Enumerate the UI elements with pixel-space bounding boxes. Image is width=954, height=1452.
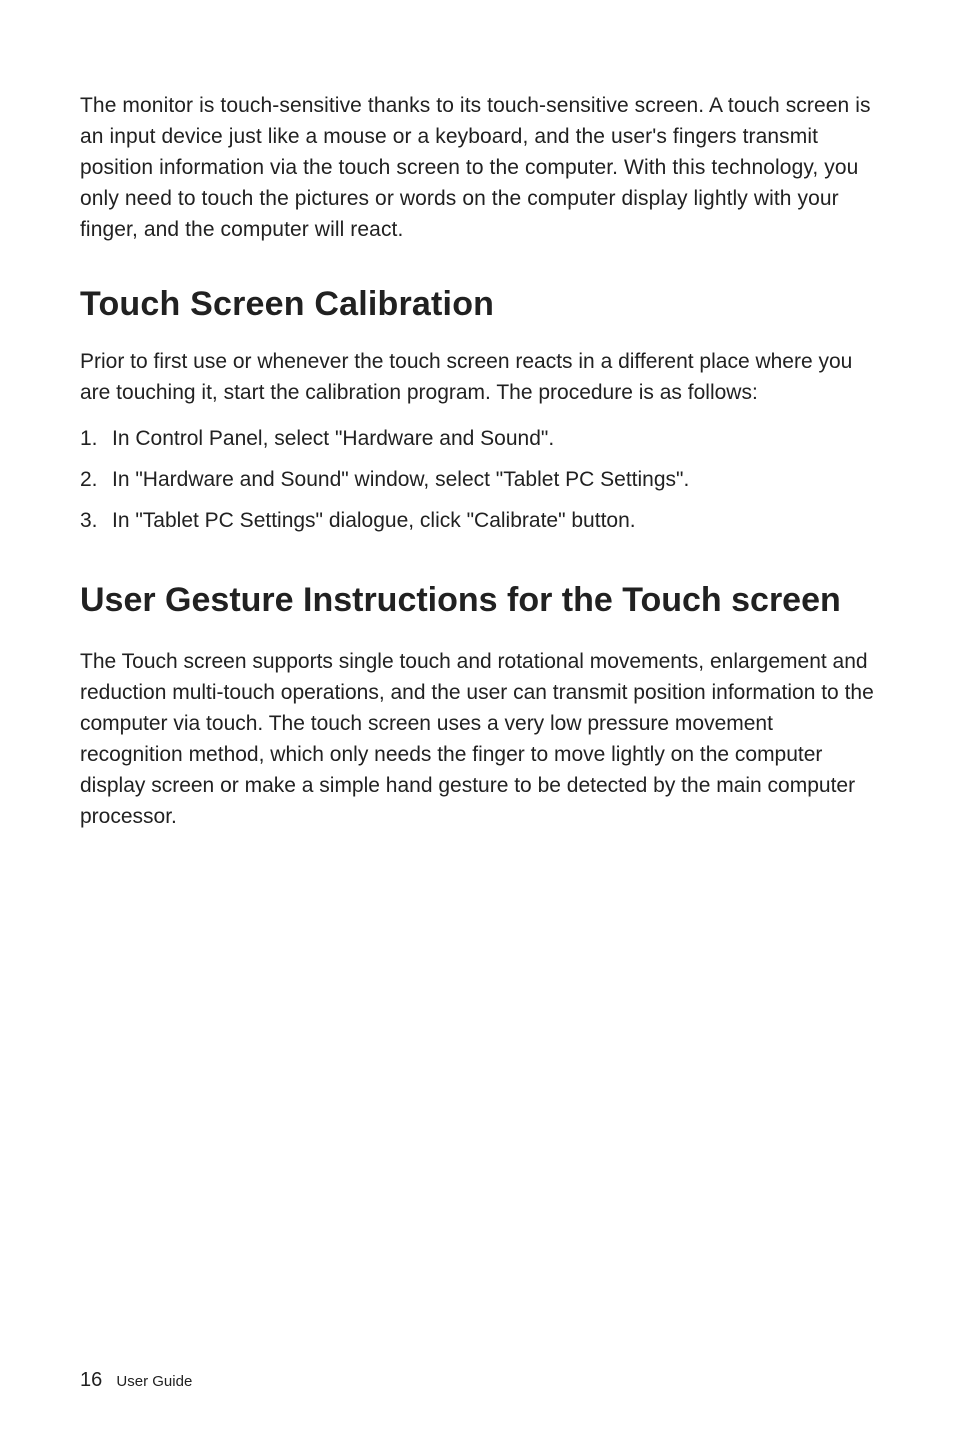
list-item: 2. In "Hardware and Sound" window, selec… (80, 464, 874, 495)
page-footer: 16 User Guide (80, 1369, 192, 1392)
intro-paragraph: The monitor is touch-sensitive thanks to… (80, 90, 874, 245)
footer-label: User Guide (116, 1373, 192, 1390)
gestures-body: The Touch screen supports single touch a… (80, 646, 874, 832)
calibration-steps-list: 1. In Control Panel, select "Hardware an… (80, 423, 874, 536)
step-text: In "Tablet PC Settings" dialogue, click … (112, 509, 636, 532)
section-title-gestures: User Gesture Instructions for the Touch … (80, 578, 874, 624)
list-item: 1. In Control Panel, select "Hardware an… (80, 423, 874, 454)
list-item: 3. In "Tablet PC Settings" dialogue, cli… (80, 505, 874, 536)
step-text: In "Hardware and Sound" window, select "… (112, 468, 689, 491)
page-number: 16 (80, 1369, 102, 1391)
step-text: In Control Panel, select "Hardware and S… (112, 427, 554, 450)
step-number: 3. (80, 505, 98, 536)
step-number: 1. (80, 423, 98, 454)
section-title-calibration: Touch Screen Calibration (80, 285, 874, 324)
step-number: 2. (80, 464, 98, 495)
calibration-intro: Prior to first use or whenever the touch… (80, 346, 874, 408)
